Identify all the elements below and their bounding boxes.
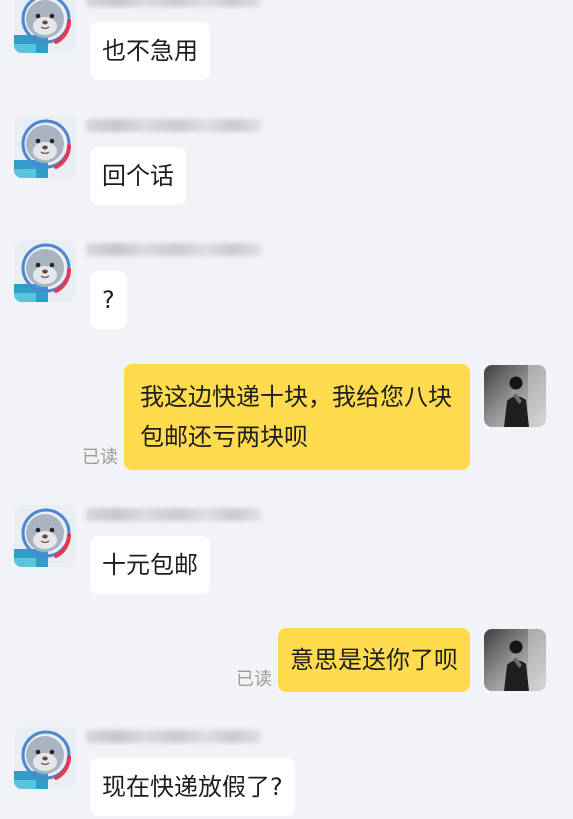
user-photo-avatar-icon[interactable] [484, 629, 546, 691]
message-text: 意思是送你了呗 [290, 646, 458, 674]
chat-message-list[interactable]: 也不急用 回个话 ? 已读 我这边快递十块，我给您八块包邮还亏两块呗 十元包邮 [0, 0, 573, 819]
incoming-message-bubble[interactable]: 现在快递放假了? [90, 758, 295, 816]
read-receipt: 已读 [236, 669, 272, 690]
blurred-sender-name [86, 243, 262, 256]
read-receipt: 已读 [82, 447, 118, 468]
outgoing-message-bubble[interactable]: 意思是送你了呗 [278, 628, 470, 692]
incoming-message-row: 现在快递放假了? [0, 727, 573, 819]
blurred-sender-name [86, 730, 262, 743]
incoming-message-row: 十元包邮 [0, 505, 573, 597]
incoming-message-bubble[interactable]: 十元包邮 [90, 536, 210, 594]
outgoing-message-bubble[interactable]: 我这边快递十块，我给您八块包邮还亏两块呗 [124, 364, 470, 470]
incoming-message-bubble[interactable]: ? [90, 271, 127, 329]
incoming-message-row: ? [0, 240, 573, 332]
blurred-sender-name [86, 0, 262, 7]
seal-avatar-icon[interactable] [14, 727, 76, 789]
outgoing-message-row: 已读 意思是送你了呗 [236, 628, 546, 692]
seal-avatar-icon[interactable] [14, 116, 76, 178]
incoming-message-bubble[interactable]: 回个话 [90, 147, 186, 205]
message-text: 我这边快递十块，我给您八块包邮还亏两块呗 [140, 383, 452, 451]
seal-avatar-icon[interactable] [14, 240, 76, 302]
incoming-message-row: 也不急用 [0, 0, 573, 83]
message-text: 现在快递放假了? [102, 773, 283, 801]
message-text: 也不急用 [102, 37, 198, 65]
incoming-message-bubble[interactable]: 也不急用 [90, 22, 210, 80]
blurred-sender-name [86, 508, 262, 521]
blurred-sender-name [86, 119, 262, 132]
outgoing-message-row: 已读 我这边快递十块，我给您八块包邮还亏两块呗 [82, 364, 546, 470]
seal-avatar-icon[interactable] [14, 505, 76, 567]
user-photo-avatar-icon[interactable] [484, 365, 546, 427]
incoming-message-row: 回个话 [0, 116, 573, 208]
message-text: 回个话 [102, 162, 174, 190]
seal-avatar-icon[interactable] [14, 0, 76, 53]
message-text: 十元包邮 [102, 551, 198, 579]
message-text: ? [102, 286, 115, 314]
